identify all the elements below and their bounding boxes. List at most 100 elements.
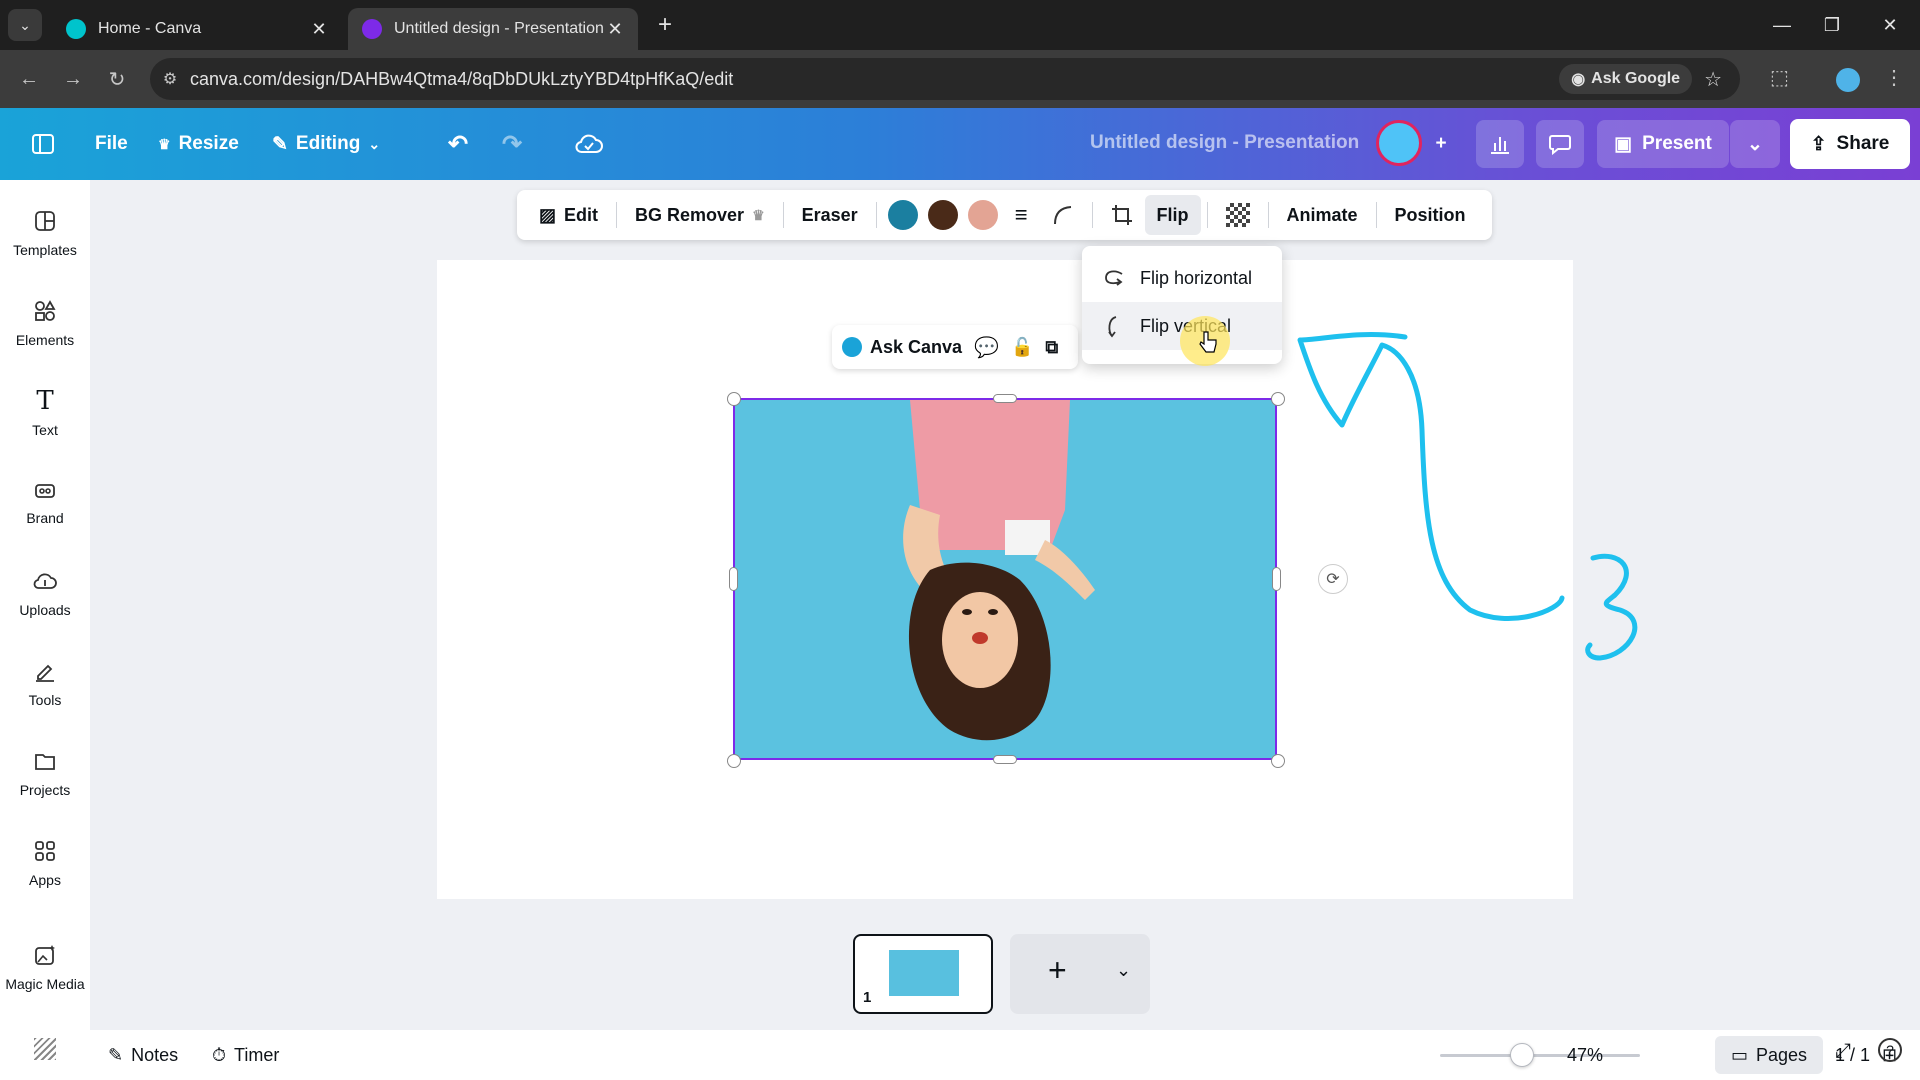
ask-canva-button[interactable]: Ask Canva (842, 337, 962, 358)
freehand-drawing[interactable] (1280, 320, 1660, 680)
flip-button[interactable]: Flip (1144, 195, 1201, 235)
ask-google-button[interactable]: ◉ Ask Google (1559, 64, 1693, 94)
sidebar-item-elements[interactable]: Elements (0, 298, 90, 348)
document-title[interactable]: Untitled design - Presentation (1090, 132, 1359, 154)
rotate-icon[interactable]: ⟳ (1318, 564, 1348, 594)
page-thumbnail[interactable]: 1 (853, 934, 993, 1014)
lock-icon[interactable]: 🔓 (1011, 337, 1033, 358)
extensions-icon[interactable]: ⬚ (1770, 65, 1789, 90)
close-window-icon[interactable]: ✕ (1870, 10, 1910, 40)
edit-image-button[interactable]: ▨ Edit (527, 195, 610, 235)
browser-tab-design[interactable]: Untitled design - Presentation ✕ (348, 8, 638, 50)
sidebar-item-text[interactable]: T Text (0, 386, 90, 438)
add-comment-icon[interactable]: 💬 (974, 335, 999, 360)
sidebar-pattern-icon[interactable] (0, 1038, 90, 1060)
animate-label: Animate (1286, 204, 1358, 225)
site-info-icon[interactable]: ⚙ (150, 69, 190, 89)
insights-icon[interactable] (1476, 120, 1524, 168)
canva-favicon-icon (66, 19, 86, 39)
resize-handle-bottom-right[interactable] (1271, 754, 1285, 768)
color-swatch[interactable] (927, 200, 958, 230)
eraser-button[interactable]: Eraser (790, 195, 870, 235)
collaborator-avatar[interactable] (1376, 120, 1422, 166)
share-icon: ⇪ (1810, 133, 1827, 155)
add-collaborator-icon[interactable]: + (1425, 120, 1457, 168)
reload-icon[interactable]: ↻ (102, 64, 132, 94)
uploads-icon (32, 568, 58, 594)
sidebar-item-magic-media[interactable]: Magic Media (0, 942, 90, 992)
editing-mode-button[interactable]: ✎ Editing ⌄ (272, 108, 380, 180)
sidebar-item-brand[interactable]: Brand (0, 476, 90, 526)
sidebar-item-label: Tools (28, 692, 62, 708)
sidebar-item-apps[interactable]: Apps (0, 838, 90, 888)
share-button[interactable]: ⇪ Share (1790, 119, 1910, 169)
add-page-button[interactable]: + (1048, 952, 1067, 989)
flip-horizontal-option[interactable]: Flip horizontal (1082, 254, 1282, 302)
sidebar-item-tools[interactable]: Tools (0, 658, 90, 708)
present-button[interactable]: ▣ Present (1597, 120, 1729, 168)
crop-icon[interactable] (1099, 195, 1145, 235)
zoom-slider[interactable] (1440, 1054, 1640, 1057)
file-menu[interactable]: File (95, 108, 128, 180)
transparency-icon[interactable] (1214, 195, 1262, 235)
url-field[interactable]: ⚙ canva.com/design/DAHBw4Qtma4/8qDbDUkLz… (150, 58, 1740, 100)
browser-tab-home[interactable]: Home - Canva ✕ (52, 8, 342, 50)
color-swatch[interactable] (887, 200, 918, 230)
corner-rounding-icon[interactable] (1040, 195, 1086, 235)
editing-label: Editing (295, 133, 361, 154)
minimize-icon[interactable]: — (1762, 10, 1802, 40)
flip-vertical-icon (1102, 314, 1126, 338)
add-page-options-chevron-icon[interactable]: ⌄ (1116, 960, 1131, 981)
back-icon[interactable]: ← (14, 64, 44, 94)
text-icon: T (36, 386, 54, 416)
redo-icon[interactable]: ↷ (502, 108, 522, 180)
toggle-panel-icon[interactable] (30, 108, 56, 180)
ask-canva-label: Ask Canva (870, 336, 963, 357)
pages-button[interactable]: ▭ Pages (1715, 1036, 1823, 1074)
sidebar-item-projects[interactable]: Projects (0, 748, 90, 798)
restore-icon[interactable]: ❐ (1812, 10, 1852, 40)
timer-button[interactable]: ⏱ Timer (212, 1030, 279, 1080)
new-tab-button[interactable]: + (650, 10, 680, 40)
border-style-icon[interactable]: ≡ (1003, 195, 1040, 235)
present-options-chevron-icon[interactable]: ⌄ (1730, 120, 1780, 168)
tab-close-icon[interactable]: ✕ (310, 19, 328, 40)
comment-icon[interactable] (1536, 120, 1584, 168)
animate-button[interactable]: Animate (1275, 195, 1370, 235)
fullscreen-icon[interactable]: ⤢ (1835, 1040, 1851, 1063)
zoom-slider-knob[interactable] (1510, 1043, 1534, 1067)
bookmark-star-icon[interactable]: ☆ (1704, 67, 1722, 92)
forward-icon[interactable]: → (58, 64, 88, 94)
sidebar-item-label: Projects (19, 782, 71, 798)
zoom-value: 47% (1567, 1044, 1604, 1065)
tab-search-button[interactable]: ⌄ (8, 9, 42, 41)
sidebar-item-uploads[interactable]: Uploads (0, 568, 90, 618)
notes-button[interactable]: ✎ Notes (108, 1030, 178, 1080)
page-number: 1 (863, 989, 872, 1006)
selected-image[interactable] (733, 398, 1277, 760)
resize-handle-bottom-left[interactable] (727, 754, 741, 768)
file-label: File (95, 133, 128, 154)
cloud-save-icon[interactable] (574, 108, 604, 180)
duplicate-icon[interactable]: ⧉ (1045, 337, 1058, 358)
help-icon[interactable]: ? (1878, 1038, 1902, 1062)
bg-remover-label: BG Remover (635, 204, 745, 225)
divider (1206, 202, 1208, 228)
sidebar-item-label: Magic Media (5, 976, 85, 992)
resize-handle-top[interactable] (993, 394, 1017, 403)
browser-menu-icon[interactable]: ⋮ (1884, 65, 1904, 90)
resize-handle-right[interactable] (1272, 567, 1281, 591)
sidebar-item-templates[interactable]: Templates (0, 208, 90, 258)
resize-handle-left[interactable] (729, 567, 738, 591)
bg-remover-button[interactable]: BG Remover ♛ (623, 195, 777, 235)
zoom-level[interactable]: 47% (1567, 1030, 1603, 1080)
color-swatch[interactable] (967, 200, 998, 230)
resize-handle-bottom[interactable] (993, 755, 1017, 764)
position-button[interactable]: Position (1383, 195, 1478, 235)
undo-icon[interactable]: ↶ (448, 108, 468, 180)
resize-handle-top-right[interactable] (1271, 392, 1285, 406)
resize-handle-top-left[interactable] (727, 392, 741, 406)
profile-avatar[interactable] (1836, 68, 1860, 92)
resize-button[interactable]: ♛ Resize (158, 108, 239, 180)
tab-close-icon[interactable]: ✕ (606, 19, 624, 40)
